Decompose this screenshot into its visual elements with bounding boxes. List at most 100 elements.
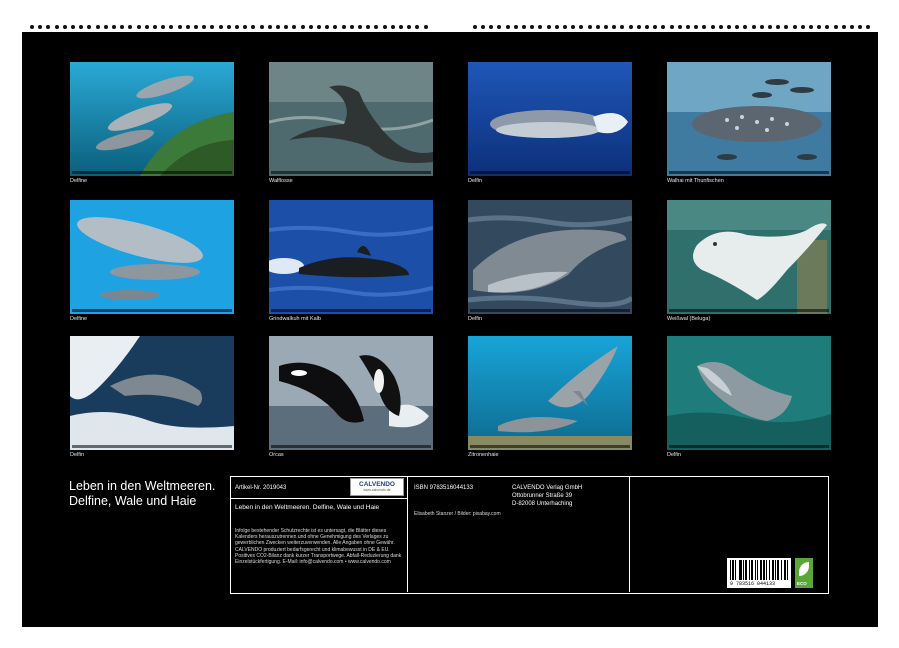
spiral-ring [120,25,124,29]
spiral-ring [87,25,91,29]
spiral-ring [46,25,50,29]
spiral-ring [391,25,395,29]
barcode-bar [746,560,747,580]
spiral-ring [711,25,715,29]
spiral-ring [678,25,682,29]
spiral-ring [743,25,747,29]
photo-8 [667,200,831,314]
spiral-ring [112,25,116,29]
spiral-ring [383,25,387,29]
spiral-ring [547,25,551,29]
publisher-line-1: CALVENDO Verlag GmbH [512,485,582,491]
spiral-ring [350,25,354,29]
barcode-bar [755,560,756,580]
spiral-ring [227,25,231,29]
calendar-back-page: Delfine Walflosse Delfin Walha [22,32,878,627]
spiral-ring [817,25,821,29]
spiral-ring [866,25,870,29]
spiral-ring [834,25,838,29]
spiral-ring [424,25,428,29]
barcode-bar [735,560,736,580]
spiral-ring [661,25,665,29]
dolphins-reef-photo [70,62,234,176]
dolphin-head-photo [468,200,632,314]
spiral-ring [719,25,723,29]
article-number: Artikel-Nr. 2019043 [235,485,286,491]
photo-10 [269,336,433,450]
spiral-ring [850,25,854,29]
photo-caption: Orcas [269,452,284,458]
spiral-ring [38,25,42,29]
photo-caption: Delfine [70,178,87,184]
photo-caption: Delfin [70,452,84,458]
spiral-ring [506,25,510,29]
spiral-ring [588,25,592,29]
spiral-ring [276,25,280,29]
photo-11 [468,336,632,450]
spiral-ring [260,25,264,29]
spiral-ring [858,25,862,29]
spiral-ring [825,25,829,29]
credits: Elisabeth Stanzer / Bilder: pixabay.com [414,511,501,517]
spiral-ring [670,25,674,29]
photo-caption: Delfin [667,452,681,458]
barcode-number: 9 783516 044133 [730,581,775,587]
product-title: Leben in den Weltmeeren. Delfine, Wale u… [235,504,403,512]
leaf-icon [799,562,809,576]
spiral-ring [30,25,34,29]
spiral-ring [497,25,501,29]
photo-caption: Delfine [70,316,87,322]
photo-5 [70,200,234,314]
barcode-bar [757,560,758,580]
spiral-ring [596,25,600,29]
spiral-ring [702,25,706,29]
barcode-bar [743,560,744,580]
whale-fluke-photo [269,62,433,176]
spiral-ring [407,25,411,29]
calendar-title: Leben in den Weltmeeren. Delfine, Wale u… [69,479,219,509]
eco-label: ECO [797,581,807,586]
spiral-ring [194,25,198,29]
spiral-ring [473,25,477,29]
spiral-ring [629,25,633,29]
spiral-ring [752,25,756,29]
publisher-line-3: D-82008 Unterhaching [512,501,572,507]
orcas-photo [269,336,433,450]
calvendo-logo-text: CALVENDO [351,481,403,488]
photo-9 [70,336,234,450]
barcode-bar [764,560,765,580]
spiral-ring [727,25,731,29]
spiral-ring [104,25,108,29]
photo-caption: Delfin [468,316,482,322]
spiral-ring [161,25,165,29]
spiral-ring [768,25,772,29]
spiral-ring [309,25,313,29]
calvendo-logo-subtext: www.calvendo.de [351,488,403,492]
dolphins-blue-photo [70,200,234,314]
lemon-sharks-photo [468,336,632,450]
spiral-ring [292,25,296,29]
legal-notice: Infolge bestehender Schutzrechte ist es … [235,528,403,565]
spiral-ring [374,25,378,29]
spiral-ring [784,25,788,29]
photo-4 [667,62,831,176]
spiral-ring [522,25,526,29]
spiral-ring [489,25,493,29]
barcode-bar [766,560,767,580]
spiral-ring [243,25,247,29]
spiral-ring [235,25,239,29]
photo-caption: Zitronenhaie [468,452,499,458]
spiral-ring [571,25,575,29]
info-divider-1 [407,476,408,592]
barcode-bar [761,560,762,580]
spiral-ring [268,25,272,29]
spiral-ring [317,25,321,29]
spiral-ring [530,25,534,29]
spiral-ring [415,25,419,29]
photo-3 [468,62,632,176]
barcode-bar [773,560,774,580]
spiral-ring [96,25,100,29]
barcode-bar [749,560,750,580]
dolphin-smile-photo [667,336,831,450]
spiral-ring [514,25,518,29]
